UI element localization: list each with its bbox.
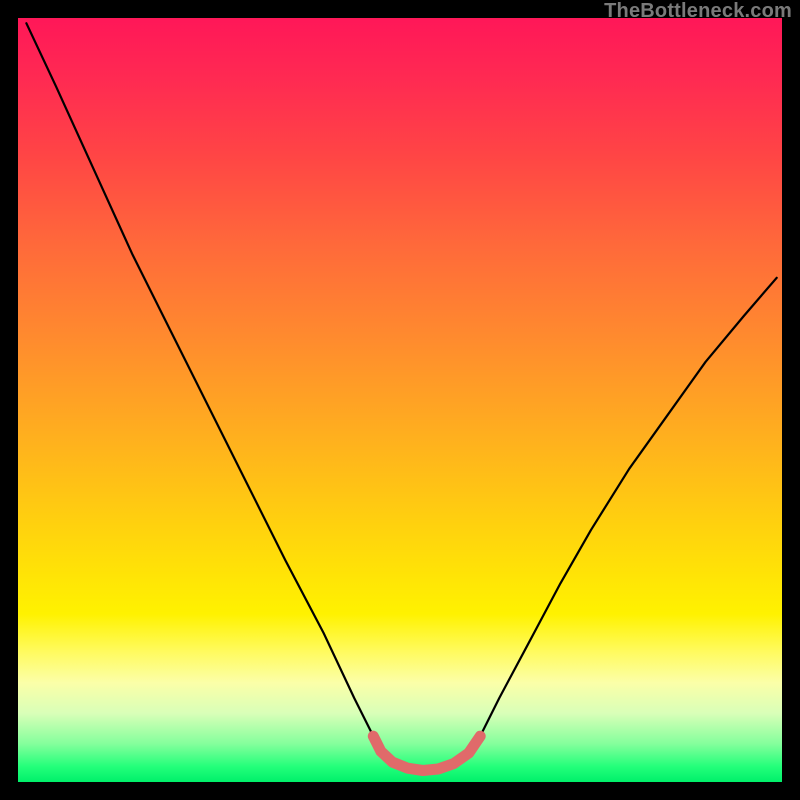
chart-canvas: TheBottleneck.com [0,0,800,800]
curve-left [26,23,377,744]
valley-highlight [373,736,480,770]
curve-right [476,278,776,744]
chart-overlay-svg [18,18,782,782]
watermark-text: TheBottleneck.com [604,0,792,23]
